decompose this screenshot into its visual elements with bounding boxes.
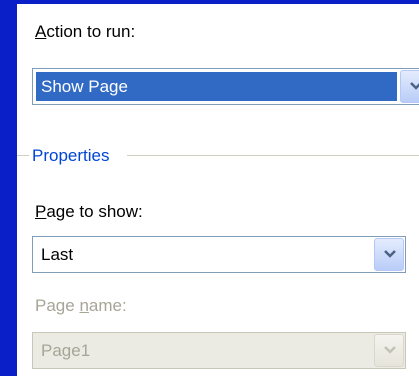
action-dropdown[interactable]: Show Page <box>32 68 419 105</box>
window-frame-left <box>0 0 17 376</box>
action-to-run-label: Action to run: <box>35 22 136 41</box>
chevron-down-icon <box>410 82 419 90</box>
group-divider-right <box>127 155 419 156</box>
page-to-show-dropdown[interactable]: Last <box>32 236 406 273</box>
page-to-show-value: Last <box>41 245 74 264</box>
action-dropdown-value: Show Page <box>36 72 397 101</box>
page-name-label: Page name: <box>35 296 127 315</box>
page-name-dropdown: Page1 <box>32 332 406 369</box>
group-divider-left <box>17 155 29 156</box>
page-to-show-label: Page to show: <box>35 202 143 221</box>
properties-group-title: Properties <box>32 146 110 165</box>
chevron-down-icon <box>384 250 396 258</box>
page-name-value: Page1 <box>41 341 91 360</box>
chevron-down-icon <box>384 346 396 354</box>
page-name-dropdown-button <box>374 334 404 367</box>
action-dropdown-button[interactable] <box>400 70 419 103</box>
action-properties-panel: Action to run: Show Page Properties Page… <box>17 4 419 376</box>
page-to-show-dropdown-button[interactable] <box>374 238 404 271</box>
